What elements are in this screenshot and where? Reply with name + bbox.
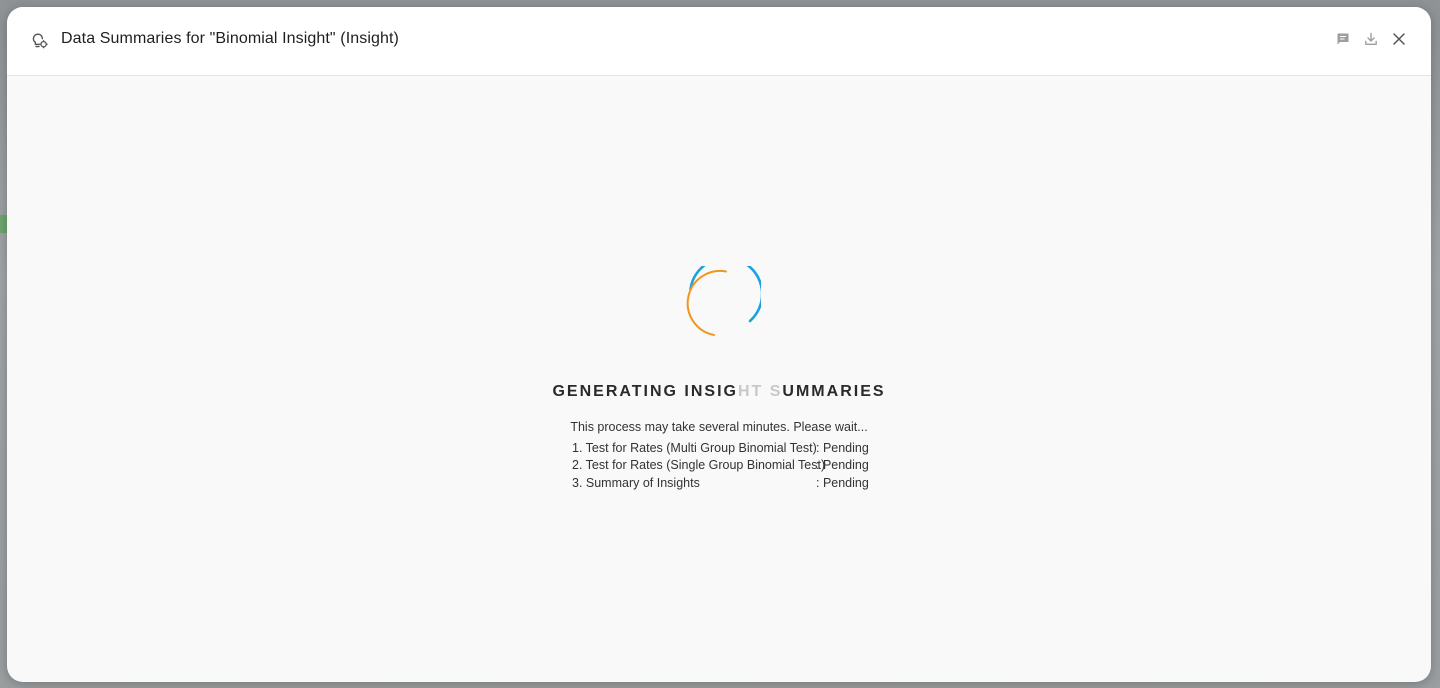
wait-message: This process may take several minutes. P… (570, 420, 868, 434)
loading-title: GENERATING INSIGHT SUMMARIES (7, 383, 1431, 401)
task-row: 2. Test for Rates (Single Group Binomial… (572, 457, 876, 474)
download-button[interactable] (1363, 31, 1379, 51)
data-summaries-dialog: Data Summaries for "Binomial Insight" (I… (7, 7, 1431, 682)
header-actions (1335, 31, 1407, 51)
task-row: 1. Test for Rates (Multi Group Binomial … (572, 440, 876, 457)
download-icon (1364, 32, 1378, 51)
task-list: 1. Test for Rates (Multi Group Binomial … (572, 440, 876, 492)
close-icon (1392, 32, 1406, 51)
insight-lightbulb-icon (31, 32, 49, 50)
loading-title-end: UMMARIES (782, 383, 886, 400)
task-status: : Pending (816, 458, 869, 473)
close-button[interactable] (1391, 31, 1407, 51)
task-name: 1. Test for Rates (Multi Group Binomial … (572, 441, 817, 455)
task-name: 3. Summary of Insights (572, 475, 700, 490)
feedback-button[interactable] (1335, 31, 1351, 51)
task-status: : Pending (816, 475, 869, 490)
dialog-header: Data Summaries for "Binomial Insight" (I… (7, 7, 1431, 76)
loading-spinner-icon (681, 256, 764, 346)
task-name: 2. Test for Rates (Single Group Binomial… (572, 458, 826, 473)
dialog-title: Data Summaries for "Binomial Insight" (I… (61, 30, 399, 47)
comment-icon (1336, 32, 1350, 51)
loading-title-faded: HT S (737, 383, 783, 400)
dialog-body: GENERATING INSIGHT SUMMARIES This proces… (7, 76, 1431, 682)
task-status: : Pending (816, 441, 869, 455)
loading-title-main: GENERATING INSIG (552, 383, 738, 400)
task-row: 3. Summary of Insights : Pending (572, 475, 876, 492)
